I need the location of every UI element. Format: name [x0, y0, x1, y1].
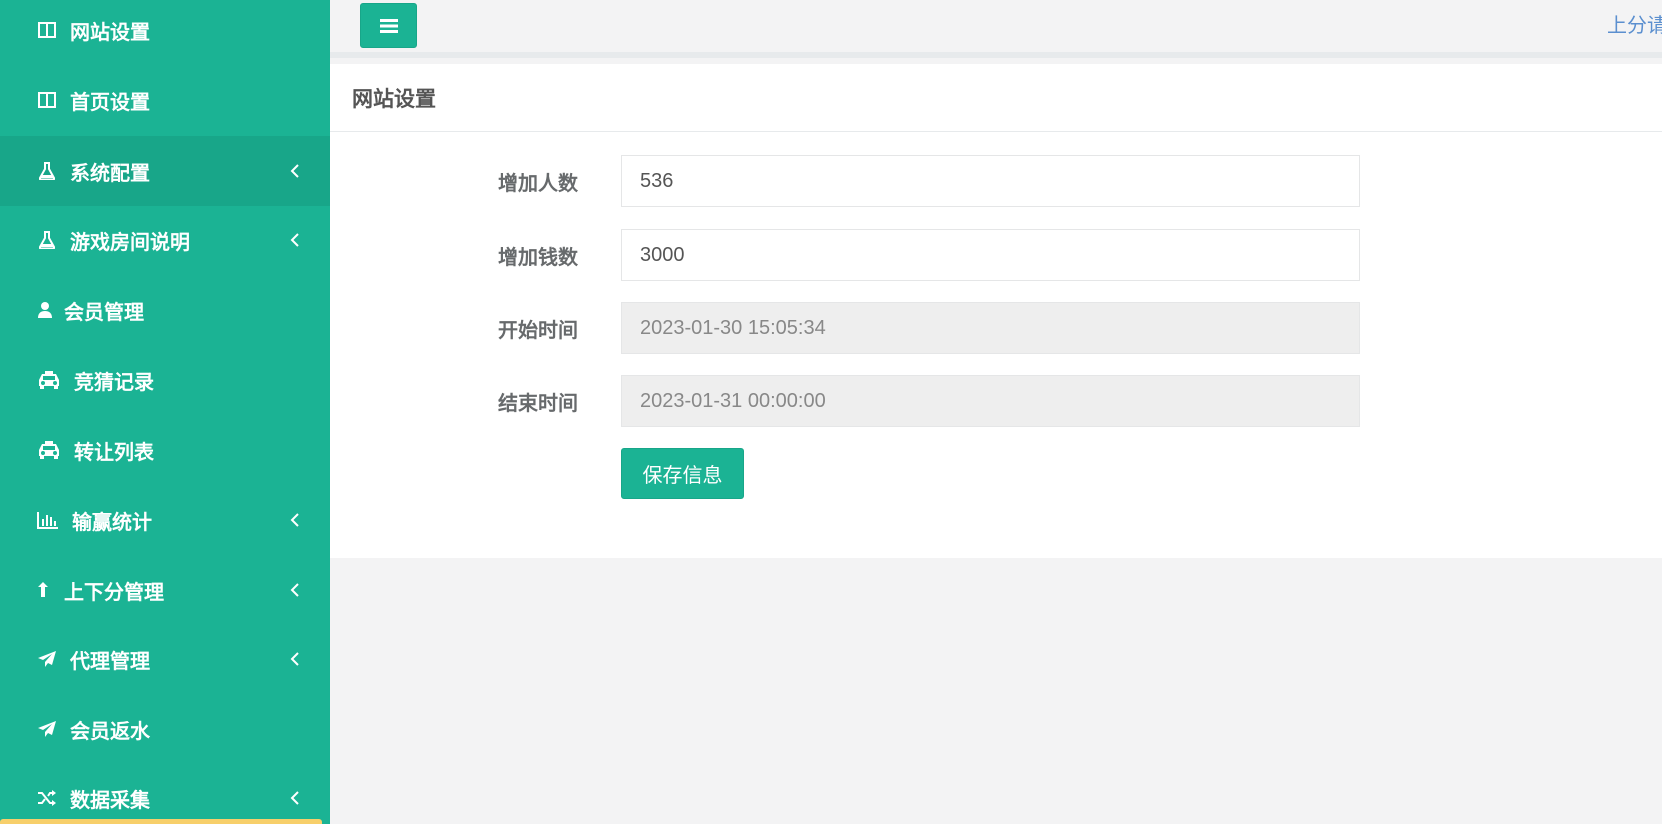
- columns-icon: [36, 89, 58, 111]
- field-label: 增加钱数: [498, 246, 578, 269]
- bar-chart-icon: [36, 509, 60, 531]
- content-panel: 网站设置 增加人数 增加钱数 开始时间 结束时间 保存信息: [330, 64, 1662, 558]
- sidebar-item-members[interactable]: 会员管理: [0, 275, 330, 345]
- paper-plane-icon: [36, 648, 58, 670]
- cab-icon: [36, 369, 62, 391]
- end-time-input[interactable]: [621, 375, 1360, 427]
- sidebar-item-transfer-list[interactable]: 转让列表: [0, 415, 330, 485]
- sidebar-item-website-settings[interactable]: 网站设置: [0, 0, 330, 65]
- columns-icon: [36, 19, 58, 41]
- chevron-left-icon: [290, 791, 299, 805]
- level-up-icon: [36, 579, 50, 601]
- field-label: 结束时间: [498, 392, 578, 415]
- field-label: 增加人数: [498, 172, 578, 195]
- random-icon: [36, 787, 58, 809]
- form-row-add-people: 增加人数: [330, 155, 1662, 207]
- sidebar-item-label: 输赢统计: [72, 511, 152, 534]
- sidebar-next-item-edge: [0, 819, 322, 824]
- user-icon: [36, 299, 54, 321]
- sidebar-item-home-settings[interactable]: 首页设置: [0, 65, 330, 135]
- bars-icon: [379, 18, 398, 33]
- sidebar-item-label: 系统配置: [70, 162, 150, 185]
- add-money-input[interactable]: [621, 229, 1360, 281]
- sidebar-item-label: 代理管理: [70, 650, 150, 673]
- sidebar-item-label: 游戏房间说明: [70, 231, 190, 254]
- panel-title: 网站设置: [330, 64, 1662, 132]
- sidebar: 网站设置 首页设置 系统配置 游戏房间说明 会员管理 竞猜记录 转让列表 输赢统…: [0, 0, 330, 824]
- sidebar-item-label: 首页设置: [70, 91, 150, 114]
- sidebar-item-data-collection[interactable]: 数据采集: [0, 763, 330, 824]
- sidebar-item-score-management[interactable]: 上下分管理: [0, 555, 330, 625]
- sidebar-item-label: 会员返水: [70, 720, 150, 743]
- chevron-left-icon: [290, 164, 299, 178]
- field-label: 开始时间: [498, 319, 578, 342]
- flask-icon: [36, 160, 58, 182]
- sidebar-item-system-config[interactable]: 系统配置: [0, 136, 330, 206]
- top-navbar: 上分请: [330, 0, 1662, 58]
- sidebar-item-agent-management[interactable]: 代理管理: [0, 624, 330, 694]
- chevron-left-icon: [290, 583, 299, 597]
- form-row-start-time: 开始时间: [330, 302, 1662, 354]
- start-time-input[interactable]: [621, 302, 1360, 354]
- add-people-input[interactable]: [621, 155, 1360, 207]
- sidebar-item-label: 会员管理: [64, 301, 144, 324]
- flask-icon: [36, 229, 58, 251]
- sidebar-item-guess-records[interactable]: 竞猜记录: [0, 345, 330, 415]
- chevron-left-icon: [290, 233, 299, 247]
- sidebar-item-label: 上下分管理: [64, 581, 164, 604]
- chevron-left-icon: [290, 513, 299, 527]
- cab-icon: [36, 439, 62, 461]
- save-button[interactable]: 保存信息: [621, 448, 744, 499]
- form-row-add-money: 增加钱数: [330, 229, 1662, 281]
- sidebar-item-game-room-info[interactable]: 游戏房间说明: [0, 205, 330, 275]
- menu-toggle-button[interactable]: [360, 3, 417, 48]
- sidebar-item-member-rebate[interactable]: 会员返水: [0, 694, 330, 764]
- sidebar-item-win-loss-stats[interactable]: 输赢统计: [0, 485, 330, 555]
- sidebar-item-label: 数据采集: [70, 789, 150, 812]
- form-row-end-time: 结束时间: [330, 375, 1662, 427]
- sidebar-item-label: 竞猜记录: [74, 371, 154, 394]
- sidebar-item-label: 网站设置: [70, 21, 150, 44]
- form-row-actions: 保存信息: [330, 448, 1662, 500]
- paper-plane-icon: [36, 718, 58, 740]
- sidebar-item-label: 转让列表: [74, 441, 154, 464]
- chevron-left-icon: [290, 652, 299, 666]
- score-request-link[interactable]: 上分请: [1607, 9, 1662, 38]
